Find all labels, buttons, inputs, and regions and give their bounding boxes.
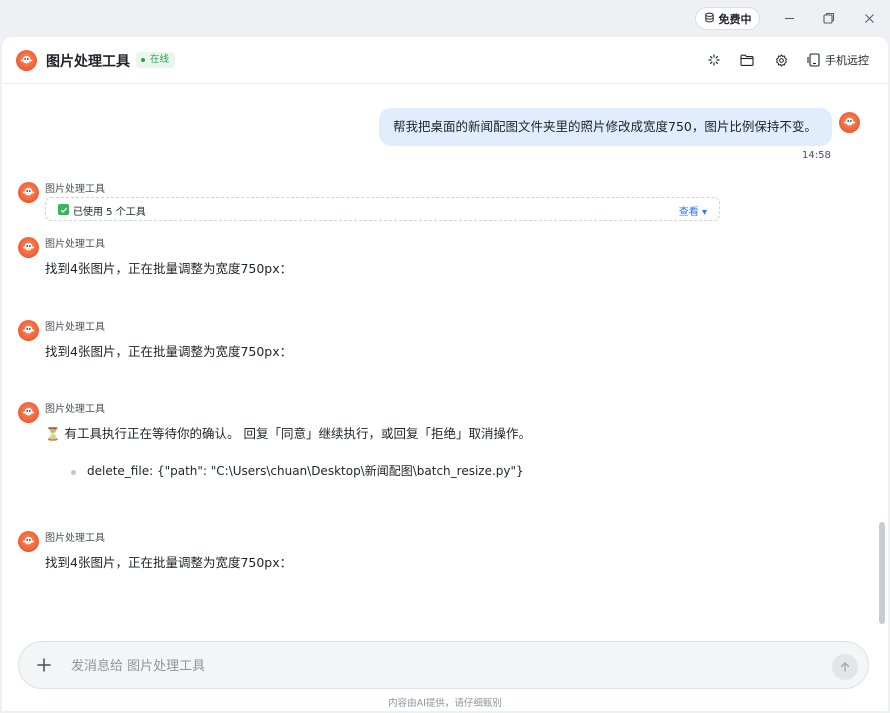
bird-icon [22, 407, 35, 416]
bird-icon [22, 536, 35, 545]
bot-avatar [18, 182, 39, 203]
page-title: 图片处理工具 [46, 54, 130, 70]
folder-icon [740, 54, 754, 66]
user-avatar [839, 112, 860, 133]
bird-icon [22, 242, 35, 251]
ai-disclaimer: 内容由AI提供，请仔细甄别 [388, 698, 502, 709]
bird-icon [22, 187, 35, 196]
coins-icon [704, 12, 715, 26]
loading-button[interactable] [706, 52, 722, 68]
tool-usage-label: 已使用 5 个工具 [73, 207, 146, 218]
folder-button[interactable] [739, 52, 755, 68]
attach-button[interactable] [35, 656, 53, 674]
arrow-up-icon [840, 662, 850, 672]
chat-header: 图片处理工具 在线 手机远控 [2, 37, 888, 84]
message-input[interactable] [71, 655, 771, 677]
chat-window: 图片处理工具 在线 手机远控 帮我把桌面的新闻配图文件夹里的照片修改成宽度750… [2, 37, 888, 711]
restore-icon [823, 12, 835, 24]
free-trial-pill[interactable]: 免费中 [695, 7, 760, 30]
close-window-button[interactable] [859, 8, 879, 28]
pending-tool-call: delete_file: {"path": "C:\Users\chuan\De… [87, 464, 524, 478]
bot-avatar [18, 402, 39, 423]
bot-message-text: 找到4张图片，正在批量调整为宽度750px： [45, 555, 293, 570]
message-timestamp: 14:58 [802, 150, 831, 161]
bot-message-text: 找到4张图片，正在批量调整为宽度750px： [45, 261, 293, 276]
list-bullet [71, 470, 76, 475]
bot-avatar [18, 531, 39, 552]
sender-name: 图片处理工具 [45, 322, 105, 333]
bird-icon [20, 55, 33, 64]
check-icon [58, 204, 69, 215]
sender-name: 图片处理工具 [45, 533, 105, 544]
send-button[interactable] [832, 654, 858, 680]
bird-icon [843, 117, 856, 126]
user-message-bubble: 帮我把桌面的新闻配图文件夹里的照片修改成宽度750，图片比例保持不变。 [379, 108, 832, 146]
free-trial-label: 免费中 [718, 12, 752, 26]
spinner-icon [708, 54, 720, 66]
bot-avatar [18, 237, 39, 258]
sender-name: 图片处理工具 [45, 184, 105, 195]
view-tools-link[interactable]: 查看 ▾ [679, 203, 707, 218]
settings-button[interactable] [773, 52, 789, 68]
bot-avatar [16, 50, 37, 71]
confirmation-message-text: ⏳ 有工具执行正在等待你的确认。 回复「同意」继续执行，或回复「拒绝」取消操作。 [45, 426, 532, 441]
bot-avatar [18, 320, 39, 341]
remote-control-button[interactable]: 手机远控 [807, 51, 869, 69]
close-icon [864, 13, 874, 23]
plus-icon [37, 658, 51, 672]
bird-icon [22, 325, 35, 334]
bot-message-text: 找到4张图片，正在批量调整为宽度750px： [45, 344, 293, 359]
minimize-icon [784, 17, 794, 19]
gear-icon [775, 53, 787, 67]
chat-scrollbar[interactable] [879, 522, 885, 624]
message-composer [18, 641, 869, 689]
restore-button[interactable] [819, 8, 839, 28]
status-badge: 在线 [136, 52, 176, 68]
sender-name: 图片处理工具 [45, 404, 105, 415]
remote-control-label: 手机远控 [825, 54, 869, 67]
tool-usage-summary[interactable]: 已使用 5 个工具 查看 ▾ [45, 197, 720, 221]
sender-name: 图片处理工具 [45, 239, 105, 250]
window-titlebar: 免费中 [0, 0, 890, 37]
minimize-button[interactable] [779, 8, 799, 28]
phone-remote-icon [807, 53, 820, 67]
